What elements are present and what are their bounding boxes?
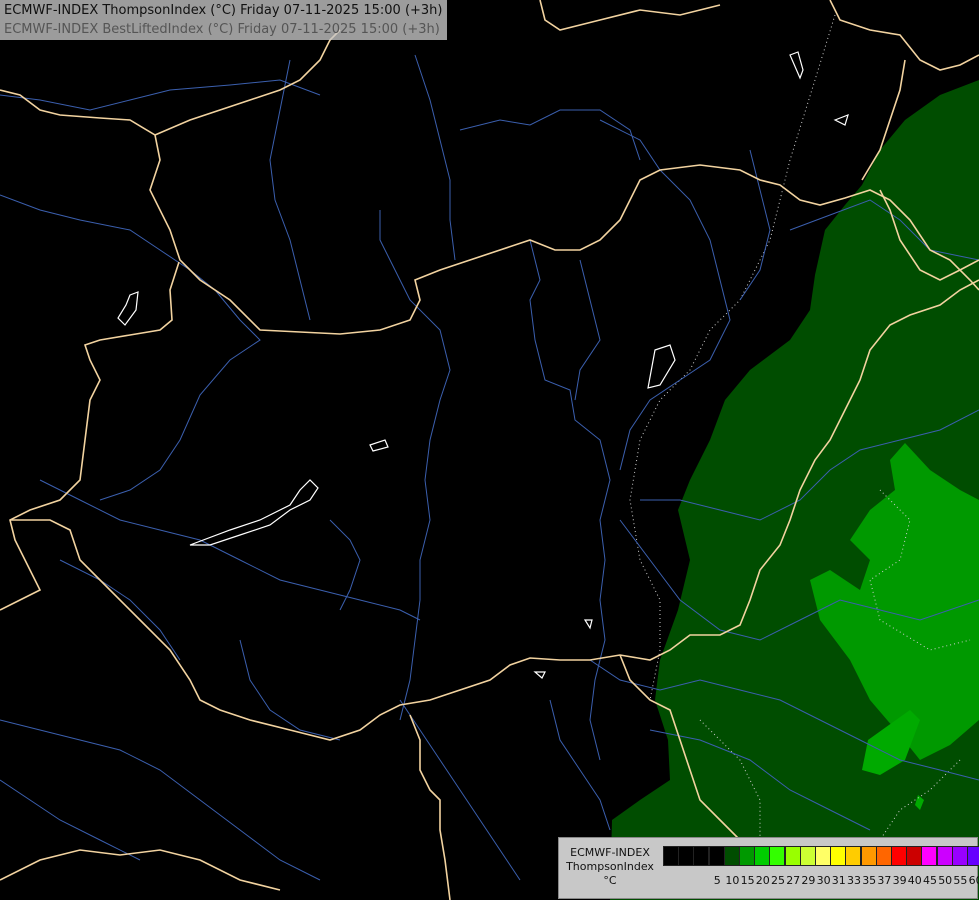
legend-swatch xyxy=(906,846,923,866)
legend-swatch xyxy=(967,846,979,866)
legend-swatch xyxy=(875,846,892,866)
legend-swatch xyxy=(799,846,816,866)
legend-tick: 60 xyxy=(968,874,979,887)
legend-swatch xyxy=(754,846,771,866)
legend-swatch xyxy=(891,846,907,866)
legend-swatch xyxy=(860,846,877,866)
legend-swatch xyxy=(784,846,801,866)
legend-label: ECMWF-INDEX ThompsonIndex °C xyxy=(563,846,657,888)
color-legend: ECMWF-INDEX ThompsonIndex °C 5 10 15 20 25 27… xyxy=(558,837,979,899)
legend-swatch xyxy=(723,846,740,866)
legend-parameter: ThompsonIndex xyxy=(566,860,654,873)
forecast-map xyxy=(0,0,979,900)
map-title: ECMWF-INDEX ThompsonIndex (°C) Friday 07… xyxy=(0,0,447,40)
legend-swatch xyxy=(921,846,938,866)
legend-swatch xyxy=(936,846,953,866)
legend-source: ECMWF-INDEX xyxy=(570,846,650,859)
title-line-thompson: ECMWF-INDEX ThompsonIndex (°C) Friday 07… xyxy=(4,3,443,18)
legend-swatch xyxy=(845,846,862,866)
legend-swatch xyxy=(951,846,968,866)
legend-swatch xyxy=(693,846,710,866)
legend-swatch xyxy=(663,846,679,866)
lake-balaton xyxy=(189,479,319,546)
legend-swatch xyxy=(708,846,725,866)
legend-unit: °C xyxy=(603,874,617,887)
legend-swatch xyxy=(678,846,695,866)
title-line-bestlifted: ECMWF-INDEX BestLiftedIndex (°C) Friday … xyxy=(4,22,440,37)
legend-swatch xyxy=(739,846,755,866)
legend-swatch xyxy=(769,846,786,866)
legend-swatch xyxy=(830,846,847,866)
legend-swatch xyxy=(815,846,831,866)
